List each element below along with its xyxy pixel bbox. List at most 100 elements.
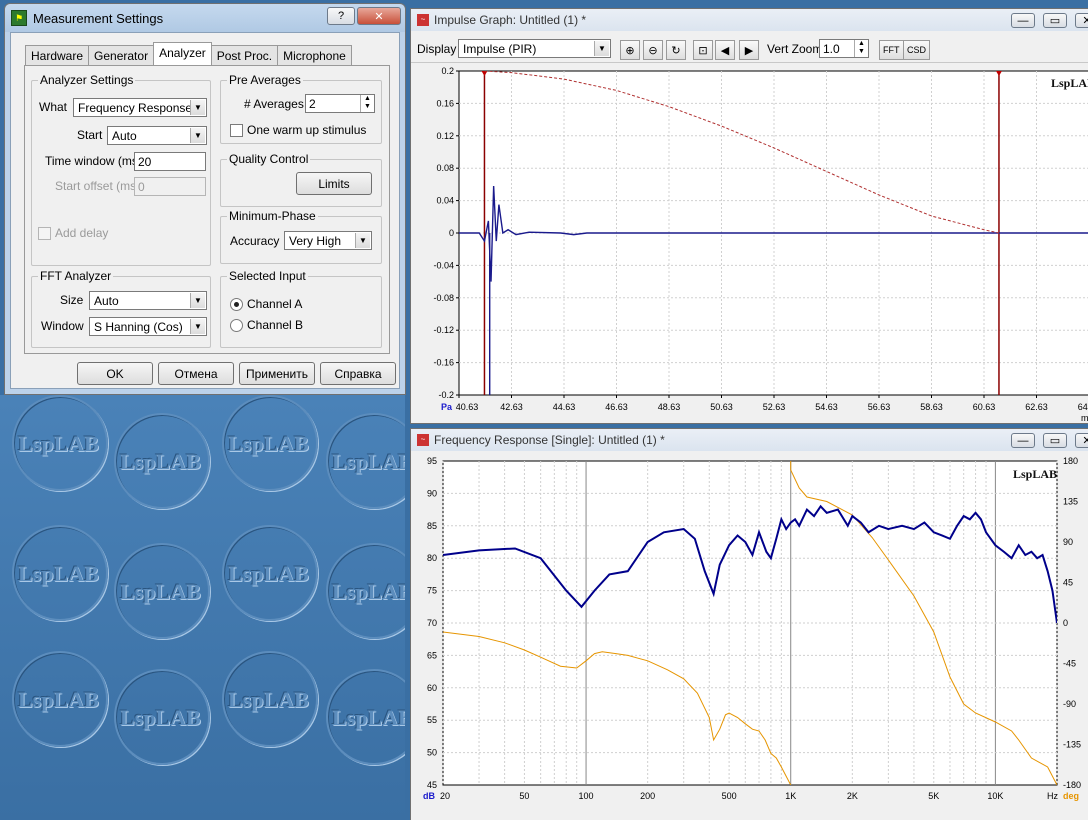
dialog-body: Hardware Generator Analyzer Post Proc. M… [10,32,400,389]
close-window-button[interactable]: ✕ [1075,433,1088,448]
warmup-label: One warm up stimulus [247,123,367,137]
maximize-button[interactable]: ▭ [1043,433,1067,448]
minimum-phase-label: Minimum-Phase [227,209,318,223]
warmup-checkbox[interactable] [230,124,243,137]
pre-averages-label: Pre Averages [227,73,303,87]
impulse-titlebar[interactable]: ~ Impulse Graph: Untitled (1) * [411,9,1088,31]
freq-plot-area: 95 90 85 80 75 70 65 60 55 50 45 180 135 90 45 0 -45 -90 -… [411,453,1088,820]
x-tick-label: 1K [785,791,796,801]
arrow-left-icon: ◀ [720,44,730,57]
impulse-watermark: LspLAB [1051,76,1088,90]
x-tick-label: 62.63 [1025,402,1048,412]
averages-spinner[interactable]: ▲ ▼ [360,95,374,112]
desktop-watermark: LspLAB [332,579,405,604]
fft-button[interactable]: FFT [879,40,904,60]
x-tick-label: 2K [847,791,858,801]
size-label: Size [60,293,84,307]
zoom-fit-button[interactable]: ⊡ [693,40,713,60]
x-tick-label: 52.63 [763,402,786,412]
x-tick-label: 64.63 [1078,402,1088,412]
desktop-watermark: LspLAB [18,687,99,712]
freq-titlebar[interactable]: ~ Frequency Response [Single]: Untitled … [411,429,1088,451]
y-unit-label: Pa [441,402,453,412]
close-icon: ✕ [1082,435,1088,447]
x-tick-label: 500 [722,791,737,801]
maximize-button[interactable]: ▭ [1043,13,1067,28]
x-tick-label: 50.63 [710,402,733,412]
x-tick-label: 56.63 [868,402,891,412]
selected-input-label: Selected Input [227,269,308,283]
chevron-down-icon: ▼ [190,319,205,334]
tab-analyzer[interactable]: Analyzer [153,42,212,65]
freq-window-title: Frequency Response [Single]: Untitled (1… [434,433,665,447]
phase-tick-label: 135 [1063,497,1078,507]
help-button[interactable]: Справка [320,362,396,385]
minimize-button[interactable]: — [1011,433,1035,448]
start-offset-input[interactable]: 0 [134,177,206,196]
move-left-button[interactable]: ◀ [715,40,735,60]
apply-button[interactable]: Применить [239,362,315,385]
selected-input-group: Selected Input [220,269,382,348]
vert-zoom-spinner[interactable]: ▲ ▼ [854,40,868,57]
frequency-chart[interactable]: 95 90 85 80 75 70 65 60 55 50 45 180 135 90 45 0 -45 -90 -… [411,453,1088,820]
freq-watermark: LspLAB [1013,467,1058,481]
y-tick-label: 55 [427,715,437,725]
limits-button[interactable]: Limits [296,172,372,195]
y-unit-label: dB [423,791,435,801]
close-title-button[interactable]: ✕ [357,7,401,25]
zoom-fit-icon: ⊡ [698,44,708,57]
channel-a-label: Channel A [247,297,303,311]
zoom-out-icon: ⊖ [648,44,658,57]
time-window-input[interactable]: 20 [134,152,206,171]
ok-button[interactable]: OK [77,362,153,385]
zoom-reset-button[interactable]: ↻ [666,40,686,60]
move-right-button[interactable]: ▶ [739,40,759,60]
start-label: Start [77,128,103,142]
tab-microphone[interactable]: Microphone [277,45,352,65]
csd-button[interactable]: CSD [903,40,931,60]
zoom-in-icon: ⊕ [625,44,635,57]
zoom-reset-icon: ↻ [671,44,681,57]
impulse-chart[interactable]: 0.2 0.16 0.12 0.08 0.04 0 -0.04 -0.08 -0.12 -0.16… [411,63,1088,423]
y-tick-label: 95 [427,456,437,466]
accuracy-select[interactable]: Very High ▼ [284,231,372,250]
zoom-out-button[interactable]: ⊖ [643,40,663,60]
y-tick-label: 80 [427,553,437,563]
graph-icon: ~ [417,14,429,26]
y-tick-label: -0.16 [433,358,454,368]
desktop-watermark: LspLAB [228,687,309,712]
window-select[interactable]: S Hanning (Cos) ▼ [89,317,207,336]
display-select[interactable]: Impulse (PIR) ▼ [458,39,611,58]
x-tick-label: 10K [987,791,1003,801]
phase-tick-label: -90 [1063,699,1076,709]
time-window-label: Time window (ms) [45,154,142,168]
tab-post-proc[interactable]: Post Proc. [210,45,279,65]
size-select[interactable]: Auto ▼ [89,291,207,310]
x-tick-label: 46.63 [605,402,628,412]
close-window-button[interactable]: ✕ [1075,13,1088,28]
help-title-button[interactable]: ? [327,7,355,25]
y-tick-label: 75 [427,586,437,596]
start-select[interactable]: Auto ▼ [107,126,207,145]
minimize-button[interactable]: — [1011,13,1035,28]
tab-hardware[interactable]: Hardware [25,45,90,65]
add-delay-checkbox[interactable] [38,227,51,240]
x-tick-label: 48.63 [658,402,681,412]
y-tick-label: 0.2 [441,66,454,76]
x-tick-label: 5K [928,791,939,801]
y-tick-label: 85 [427,521,437,531]
channel-a-radio[interactable] [230,298,243,311]
cancel-button[interactable]: Отмена [158,362,234,385]
desktop-background: LspLAB LspLAB LspLAB LspLAB LspLAB LspLAB LspL… [0,395,405,820]
chevron-down-icon: ▼ [355,233,370,248]
chevron-down-icon: ▼ [594,41,609,56]
channel-b-radio[interactable] [230,319,243,332]
quality-control-label: Quality Control [227,152,311,166]
x-tick-label: 42.63 [500,402,523,412]
zoom-in-button[interactable]: ⊕ [620,40,640,60]
y-tick-label: 60 [427,683,437,693]
x-tick-label: 58.63 [920,402,943,412]
measurement-settings-dialog: ⚑ Measurement Settings ? ✕ Hardware Gene… [4,3,406,395]
what-select[interactable]: Frequency Response ▼ [73,98,207,117]
tab-generator[interactable]: Generator [88,45,155,65]
